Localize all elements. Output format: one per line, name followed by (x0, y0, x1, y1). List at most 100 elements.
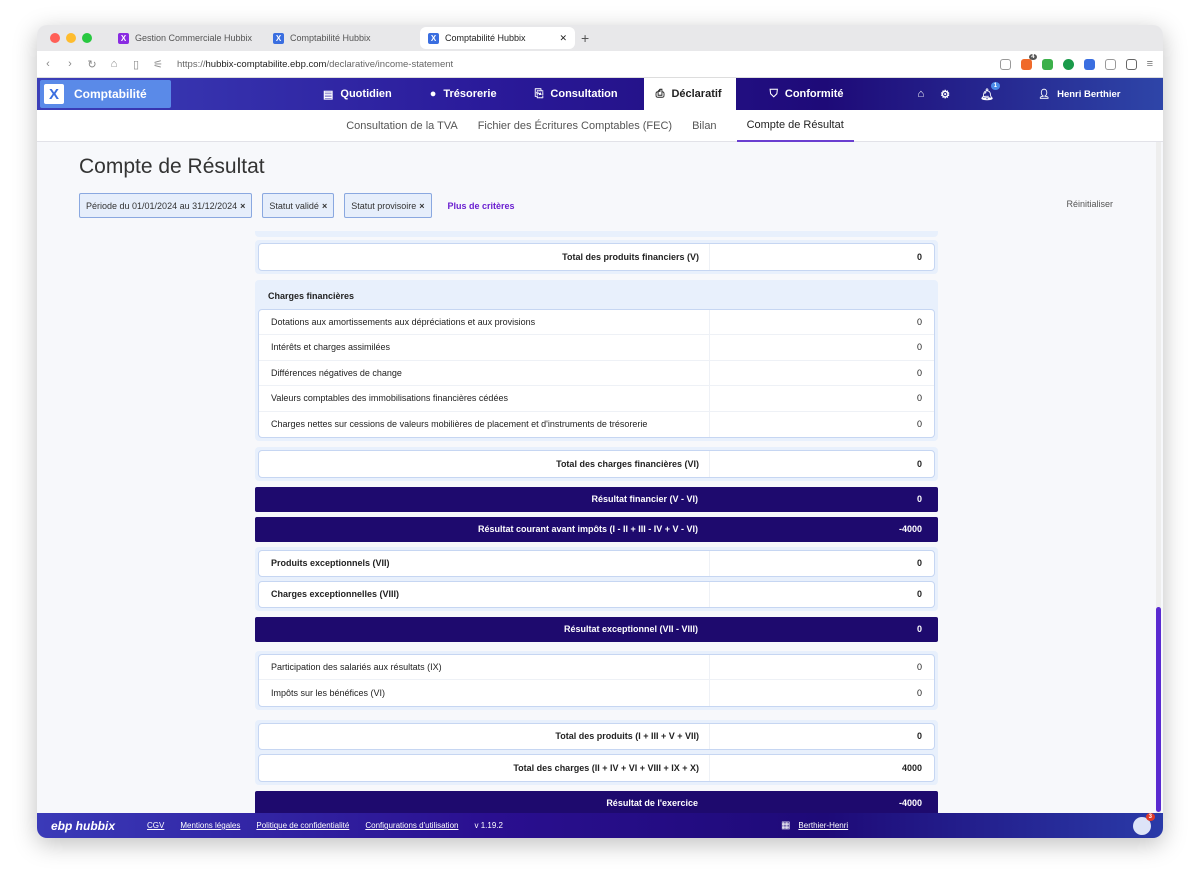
brave-shield-icon[interactable]: 4 (1020, 53, 1037, 70)
footer-link-mentions[interactable]: Mentions légales (180, 821, 240, 830)
shield-check-icon: ⛉ (769, 87, 778, 100)
menu-icon[interactable]: ≡ (1147, 58, 1153, 70)
forward-icon[interactable]: › (59, 58, 81, 70)
filter-chip-periode[interactable]: Période du 01/01/2024 au 31/12/2024 × (79, 193, 253, 218)
total-charges-financieres: Total des charges financières (VI) 0 (255, 447, 938, 481)
menu-consultation[interactable]: ⎘ Consultation (523, 78, 630, 110)
total-produits-financiers: Total des produits financiers (V) 0 (255, 240, 938, 274)
table-row: Total des charges (II + IV + VI + VIII +… (259, 755, 934, 781)
extension-icon[interactable] (1062, 58, 1074, 70)
app-favicon-icon: X (428, 32, 439, 44)
exceptionnels-section: Produits exceptionnels (VII) 0 Charges ex… (255, 546, 938, 611)
url-input[interactable]: https://hubbix-comptabilite.ebp.com/decl… (177, 59, 453, 70)
resultat-exercice-row: Résultat de l'exercice -4000 (255, 790, 938, 816)
menu-quotidien[interactable]: ▤ Quotidien (311, 78, 404, 110)
chat-badge: 3 (1145, 812, 1155, 821)
close-tab-icon[interactable]: ✕ (559, 33, 567, 44)
subnav-bilan[interactable]: Bilan (692, 120, 716, 132)
extension-icon[interactable] (1041, 58, 1053, 70)
app-brand[interactable]: X Comptabilité (40, 80, 171, 108)
chat-button[interactable]: 3 (1133, 812, 1155, 835)
filter-chip-statut-provisoire[interactable]: Statut provisoire × (344, 193, 432, 218)
browser-tab[interactable]: X Gestion Commerciale Hubbix (110, 27, 265, 49)
new-tab-button[interactable]: + (581, 30, 589, 46)
puzzle-icon[interactable] (1104, 58, 1116, 70)
table-row: Charges exceptionnelles (VIII) 0 (259, 581, 934, 607)
piggy-bank-icon: ● (429, 88, 437, 100)
address-bar: ‹ › ↻ ⌂ ▯ ⚟ https://hubbix-comptabilite.… (37, 51, 1163, 78)
user-menu[interactable]: 👤︎ Henri Berthier (1026, 78, 1132, 110)
sub-navigation: Consultation de la TVA Fichier des Écrit… (37, 110, 1163, 142)
app-favicon-icon: X (273, 32, 284, 44)
section-header: Charges financières (268, 290, 355, 301)
notifications-button[interactable]: 🔔︎ 1 (968, 78, 1006, 110)
remove-filter-icon[interactable]: × (240, 201, 245, 211)
extensions: 4 ≡ (999, 53, 1153, 70)
browser-window: X Gestion Commerciale Hubbix X Comptabilit… (37, 25, 1163, 838)
url-host: hubbix-comptabilite.ebp.com (205, 58, 327, 70)
subnav-tva[interactable]: Consultation de la TVA (346, 120, 458, 132)
remove-filter-icon[interactable]: × (322, 201, 327, 211)
reset-button[interactable]: Réinitialiser (1066, 199, 1113, 209)
resultat-exceptionnel-row: Résultat exceptionnel (VII - VIII) 0 (255, 616, 938, 642)
app-favicon-icon: X (118, 32, 129, 44)
table-row: Produits exceptionnels (VII) 0 (259, 550, 934, 576)
bookmark-icon[interactable]: ▯ (125, 58, 147, 71)
menu-conformite[interactable]: ⛉ Conformité (758, 78, 856, 110)
browser-tab-active[interactable]: X Comptabilité Hubbix ✕ (420, 27, 575, 49)
reload-icon[interactable]: ↻ (81, 58, 103, 71)
home-icon[interactable]: ⌂ (103, 58, 125, 70)
table-row: Valeurs comptables des immobilisations f… (259, 386, 934, 412)
settings-button[interactable]: ⚙ (936, 78, 954, 110)
clipboard-search-icon: ⎘ (534, 87, 544, 100)
table-row: Impôts sur les bénéfices (VI) 0 (259, 680, 934, 706)
menu-declaratif[interactable]: ⎙ Déclaratif (643, 78, 736, 110)
footer-link-cgv[interactable]: CGV (147, 821, 164, 830)
url-scheme: https:// (177, 58, 206, 70)
bell-icon: 🔔︎ (980, 88, 995, 101)
subnav-fec[interactable]: Fichier des Écritures Comptables (FEC) (478, 120, 672, 132)
more-criteria-link[interactable]: Plus de critères (448, 201, 515, 211)
menu-tresorerie[interactable]: ● Trésorerie (418, 78, 509, 110)
totaux-section: Total des produits (I + III + V + VII) 0 … (255, 719, 938, 785)
company-icon: ▦ (780, 820, 791, 831)
page-title: Compte de Résultat (79, 155, 265, 178)
home-button[interactable]: ⌂ (906, 78, 937, 110)
window-controls[interactable] (50, 33, 92, 43)
footer-link-confidentialite[interactable]: Politique de confidentialité (256, 821, 349, 830)
subnav-compte-de-resultat[interactable]: Compte de Résultat (736, 110, 854, 142)
calendar-icon: ▤ (323, 88, 334, 101)
shield-badge: 4 (1029, 53, 1037, 60)
footer-link-configurations[interactable]: Configurations d'utilisation (365, 821, 458, 830)
ebp-hubbix-logo: ebp hubbix (51, 818, 115, 833)
table-row: Différences négatives de change 0 (259, 360, 934, 386)
share-icon[interactable] (999, 58, 1011, 70)
scrollbar-thumb[interactable] (1156, 607, 1161, 812)
filter-bar: Période du 01/01/2024 au 31/12/2024 × Sta… (79, 193, 515, 218)
notification-badge: 1 (990, 82, 1001, 90)
table-row: Dotations aux amortissements aux dépréci… (259, 309, 934, 335)
app-version: v 1.19.2 (474, 821, 503, 830)
company-link[interactable]: Berthier-Henri (798, 821, 848, 830)
table-row: Charges nettes sur cessions de valeurs m… (259, 411, 934, 437)
table-row: Total des produits (I + III + V + VII) 0 (259, 723, 934, 749)
resultat-courant-row: Résultat courant avant impôts (I - II + … (255, 516, 938, 542)
home-icon: ⌂ (917, 88, 925, 100)
table-row: Intérêts et charges assimilées 0 (259, 335, 934, 361)
resultat-financier-row: Résultat financier (V - VI) 0 (255, 486, 938, 512)
extension-icon[interactable] (1083, 58, 1095, 70)
sidebar-icon[interactable] (1125, 58, 1137, 70)
user-icon: 👤︎ (1038, 88, 1051, 100)
participation-section: Participation des salariés aux résultats… (255, 650, 938, 710)
table-row: Participation des salariés aux résultats… (259, 654, 934, 680)
income-statement: Total des produits financiers (V) 0 Charg… (255, 231, 938, 821)
gear-icon: ⚙ (940, 88, 951, 101)
declaration-icon: ⎙ (655, 87, 665, 100)
tab-bar: X Gestion Commerciale Hubbix X Comptabilit… (37, 25, 1163, 51)
browser-tab[interactable]: X Comptabilité Hubbix (265, 27, 420, 49)
hubbix-logo-icon: X (44, 84, 64, 104)
back-icon[interactable]: ‹ (37, 58, 59, 70)
site-settings-icon[interactable]: ⚟ (147, 58, 169, 71)
filter-chip-statut-valide[interactable]: Statut validé × (262, 193, 335, 218)
remove-filter-icon[interactable]: × (419, 201, 424, 211)
